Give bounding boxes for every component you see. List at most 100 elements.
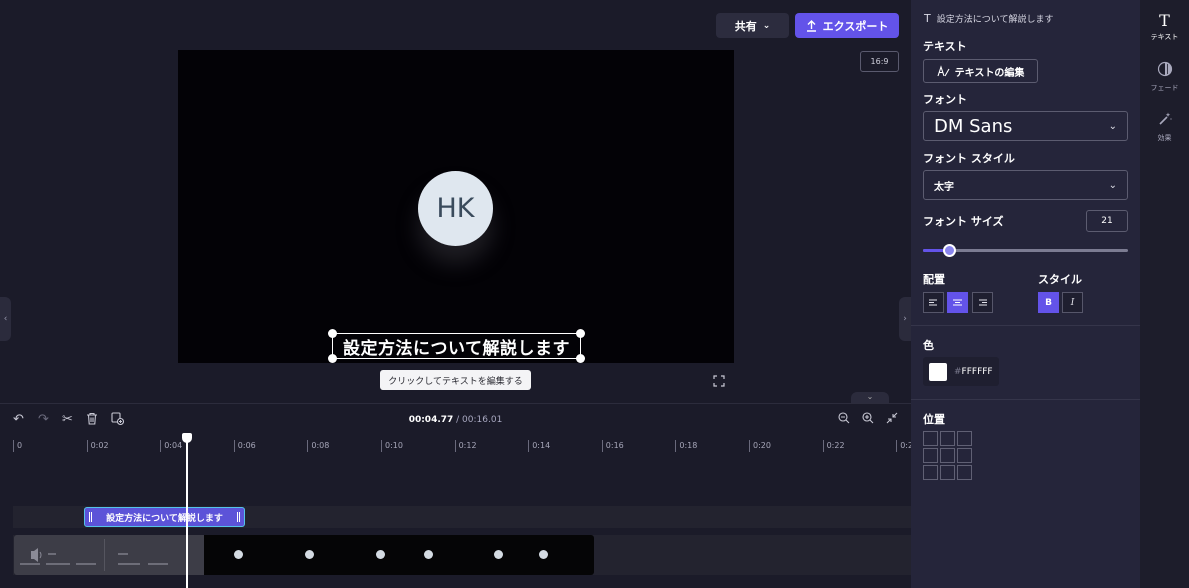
- ruler-tick-label: 0:20: [749, 440, 771, 452]
- left-panel-toggle[interactable]: ‹: [0, 297, 11, 341]
- resize-handle-bottom-left[interactable]: [328, 354, 337, 363]
- text-icon: T: [1159, 11, 1170, 30]
- panel-header: T 設定方法について解説します: [924, 12, 1053, 25]
- color-swatch[interactable]: [929, 362, 947, 381]
- chevron-right-icon: ›: [903, 314, 907, 324]
- align-left-button[interactable]: [923, 292, 944, 313]
- text-icon: T: [924, 12, 931, 25]
- ruler-tick-label: 0:12: [454, 440, 477, 452]
- right-panel-toggle[interactable]: ›: [899, 297, 911, 341]
- align-center-button[interactable]: [947, 292, 968, 313]
- color-label: 色: [923, 339, 934, 352]
- position-top-center[interactable]: [940, 431, 955, 446]
- resize-handle-bottom-right[interactable]: [576, 354, 585, 363]
- ruler-tick-label: 0:08: [307, 440, 329, 452]
- font-style-select[interactable]: 太字 ⌄: [923, 170, 1128, 200]
- ruler-tick-label: 0: [13, 440, 22, 452]
- position-top-right[interactable]: [957, 431, 972, 446]
- position-middle-left[interactable]: [923, 448, 938, 463]
- export-label: エクスポート: [822, 19, 889, 33]
- timeline-ruler[interactable]: 0 0:02 0:04 0:06 0:08 0:10 0:12 0:14 0:16 0:18 0:2…: [0, 434, 918, 456]
- resize-handle-top-right[interactable]: [576, 329, 585, 338]
- bold-button[interactable]: B: [1038, 292, 1059, 313]
- playhead[interactable]: [186, 437, 188, 588]
- color-hex-value[interactable]: FFFFFF: [962, 367, 993, 377]
- properties-rail: T テキスト フェード 効果: [1140, 0, 1189, 588]
- edit-text-icon: [937, 65, 950, 77]
- font-size-label: フォント サイズ: [923, 215, 1004, 228]
- share-button[interactable]: 共有 ⌄: [716, 13, 789, 38]
- position-label: 位置: [923, 413, 945, 426]
- text-clip-label: 設定方法について解説します: [106, 513, 223, 524]
- ruler-tick-label: 0:14: [528, 440, 550, 452]
- share-label: 共有: [734, 19, 757, 33]
- video-frame-avatar: [539, 550, 548, 559]
- position-bottom-center[interactable]: [940, 465, 955, 480]
- position-center[interactable]: [940, 448, 955, 463]
- rail-effects-label: 効果: [1157, 134, 1172, 142]
- position-top-left[interactable]: [923, 431, 938, 446]
- position-bottom-right[interactable]: [957, 465, 972, 480]
- playhead-handle[interactable]: [182, 433, 192, 443]
- ruler-tick-label: 0:02: [86, 440, 109, 452]
- font-value: DM Sans: [934, 115, 1013, 137]
- chevron-left-icon: ‹: [3, 314, 8, 324]
- current-time: 00:04.77: [408, 415, 454, 425]
- timeline: ↶ ↷ ✂ 00:04.77 / 00:16.01 0 0:02 0:04 0:06 0…: [0, 403, 918, 588]
- font-size-input[interactable]: 21: [1086, 210, 1128, 232]
- align-right-button[interactable]: [972, 292, 993, 313]
- position-middle-right[interactable]: [957, 448, 972, 463]
- avatar: HK: [418, 171, 493, 246]
- fit-timeline-icon[interactable]: [886, 412, 898, 428]
- edit-text-tooltip: クリックしてテキストを編集する: [380, 370, 531, 390]
- fullscreen-icon[interactable]: [713, 375, 725, 390]
- zoom-out-icon[interactable]: [838, 412, 850, 428]
- color-picker[interactable]: #FFFFFF: [923, 357, 999, 386]
- export-button[interactable]: エクスポート: [795, 13, 899, 38]
- align-label: 配置: [923, 273, 945, 286]
- font-style-label: フォント スタイル: [923, 152, 1015, 165]
- text-properties-panel: T 設定方法について解説します テキスト テキストの編集 フォント DM San…: [911, 0, 1140, 588]
- font-style-value: 太字: [934, 181, 954, 193]
- chevron-down-icon: ⌄: [762, 20, 771, 31]
- video-frame-avatar: [424, 550, 433, 559]
- fade-icon: [1140, 61, 1189, 81]
- clip-trim-handle-right[interactable]: [237, 512, 240, 522]
- font-size-slider-track[interactable]: [923, 244, 1128, 257]
- ruler-tick-label: 0:04: [160, 440, 182, 452]
- resize-handle-top-left[interactable]: [328, 329, 337, 338]
- video-preview-canvas[interactable]: HK: [178, 50, 734, 363]
- font-label: フォント: [923, 93, 967, 106]
- align-left-icon: [929, 299, 937, 306]
- caption-text-selection[interactable]: 設定方法について解説します: [328, 329, 585, 363]
- aspect-ratio-button[interactable]: 16:9: [860, 51, 899, 72]
- position-bottom-left[interactable]: [923, 465, 938, 480]
- text-clip[interactable]: 設定方法について解説します: [84, 507, 245, 527]
- video-frame-avatar: [494, 550, 503, 559]
- edit-text-label: テキストの編集: [954, 67, 1025, 79]
- ruler-tick-label: 0:16: [601, 440, 624, 452]
- rail-tab-fade[interactable]: フェード: [1140, 61, 1189, 93]
- style-label: スタイル: [1038, 273, 1082, 286]
- video-frame-avatar: [234, 550, 243, 559]
- font-select[interactable]: DM Sans ⌄: [923, 111, 1128, 141]
- magic-wand-icon: [1140, 111, 1189, 131]
- video-frame-avatar: [376, 550, 385, 559]
- font-size-slider-thumb[interactable]: [942, 244, 956, 257]
- ruler-tick-label: 0:06: [233, 440, 256, 452]
- caption-text[interactable]: 設定方法について解説します: [343, 334, 570, 359]
- zoom-in-icon[interactable]: [862, 412, 874, 428]
- clip-trim-handle-left[interactable]: [89, 512, 92, 522]
- video-clip[interactable]: [14, 535, 594, 575]
- ruler-tick-label: 0:22: [822, 440, 845, 452]
- upload-icon: [806, 19, 816, 32]
- video-frame-avatar: [305, 550, 314, 559]
- rail-tab-text[interactable]: T テキスト: [1140, 12, 1189, 42]
- total-duration: 00:16.01: [462, 415, 503, 425]
- italic-button[interactable]: I: [1062, 292, 1083, 313]
- align-center-icon: [953, 299, 962, 306]
- rail-tab-effects[interactable]: 効果: [1140, 111, 1189, 143]
- edit-text-button[interactable]: テキストの編集: [923, 59, 1038, 83]
- ruler-tick-label: 0:18: [675, 440, 697, 452]
- position-grid: [923, 431, 975, 483]
